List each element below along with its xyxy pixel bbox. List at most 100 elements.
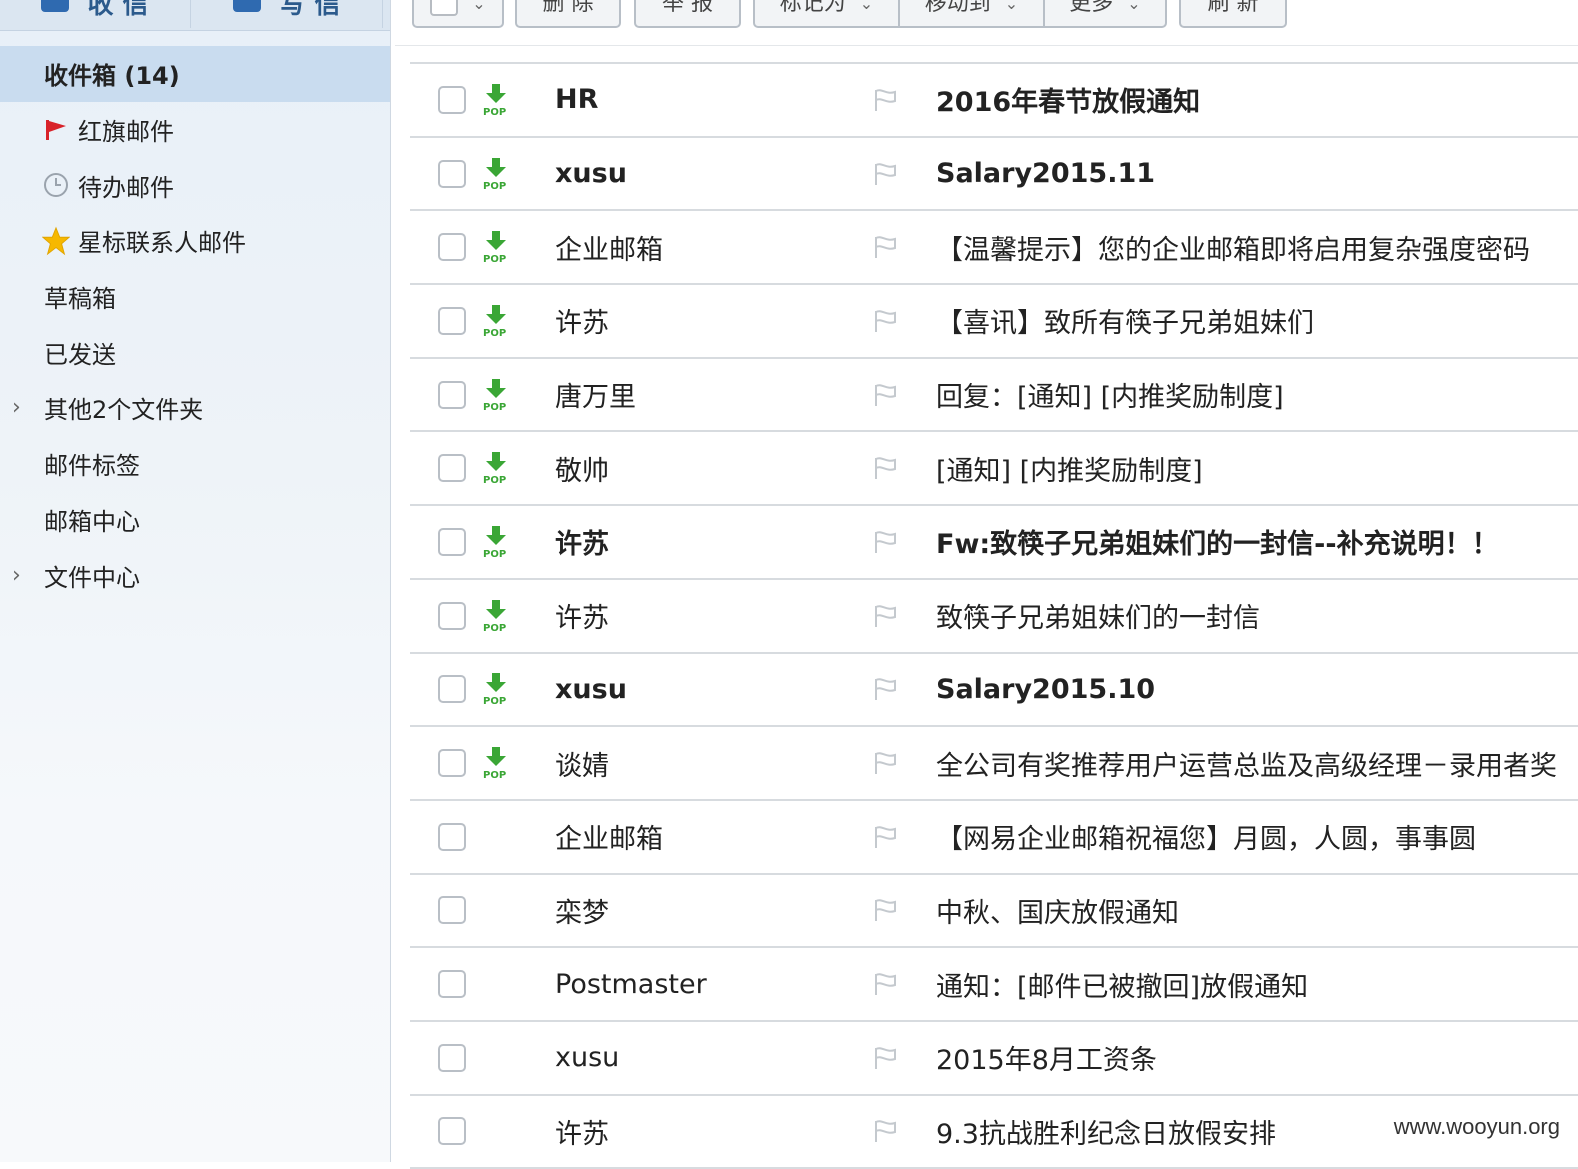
folder-label: 文件中心	[44, 563, 140, 592]
flag-icon[interactable]	[873, 1119, 899, 1143]
mail-sender: 许苏	[555, 1118, 609, 1150]
watermark: www.wooyun.org	[1393, 1114, 1560, 1139]
delete-button[interactable]: 删 除	[515, 0, 621, 28]
mail-subject[interactable]: Salary2015.10	[936, 654, 1578, 726]
mail-subject[interactable]: 致筷子兄弟姐妹们的一封信	[936, 580, 1578, 652]
compose-button[interactable]: 写 信	[192, 0, 383, 28]
mail-checkbox[interactable]	[438, 1117, 466, 1146]
pop-download-icon: POP	[482, 525, 512, 560]
svg-text:POP: POP	[483, 107, 506, 116]
more-label: 更多	[1069, 0, 1114, 16]
mail-sender: 唐万里	[555, 382, 636, 414]
mail-checkbox[interactable]	[438, 970, 466, 999]
mail-subject[interactable]: Fw:致筷子兄弟姐妹们的一封信--补充说明！！	[936, 506, 1578, 578]
delete-label: 删 除	[542, 0, 594, 16]
svg-text:POP: POP	[483, 475, 506, 484]
receive-button[interactable]: 收 信	[0, 0, 191, 28]
select-all-checkbox[interactable]	[430, 0, 459, 16]
refresh-button[interactable]: 刷 新	[1179, 0, 1287, 28]
mail-checkbox[interactable]	[438, 527, 466, 556]
folder-label: 星标联系人邮件	[78, 229, 246, 258]
mail-checkbox[interactable]	[438, 454, 466, 483]
mail-subject[interactable]: 2016年春节放假通知	[936, 64, 1578, 136]
folder-starred-contacts[interactable]: 星标联系人邮件	[0, 213, 390, 269]
mail-checkbox[interactable]	[438, 159, 466, 188]
mail-subject[interactable]: 【温馨提示】您的企业邮箱即将启用复杂强度密码	[936, 211, 1578, 283]
flag-icon[interactable]	[873, 383, 899, 407]
folder-red-flag[interactable]: 红旗邮件	[0, 102, 390, 158]
flag-icon[interactable]	[873, 309, 899, 333]
mail-row[interactable]: POP 企业邮箱 【温馨提示】您的企业邮箱即将启用复杂强度密码	[410, 211, 1578, 286]
mail-checkbox[interactable]	[438, 749, 466, 778]
mail-row[interactable]: POP HR 2016年春节放假通知	[410, 64, 1578, 138]
flag-icon[interactable]	[873, 751, 899, 775]
mail-checkbox[interactable]	[438, 896, 466, 925]
mail-subject[interactable]: 【网易企业邮箱祝福您】月圆，人圆，事事圆	[936, 801, 1578, 873]
mail-row[interactable]: POP 许苏 致筷子兄弟姐妹们的一封信	[410, 580, 1578, 654]
move-to-dropdown[interactable]: 移动到 ⌄	[900, 0, 1045, 26]
mail-checkbox[interactable]	[438, 380, 466, 409]
mail-row[interactable]: POP 敬帅 [通知] [内推奖励制度]	[410, 432, 1578, 507]
flag-icon[interactable]	[873, 604, 899, 628]
chevron-right-icon[interactable]: ›	[12, 395, 21, 420]
pop-download-icon: POP	[482, 231, 512, 265]
folder-todo[interactable]: 待办邮件	[0, 157, 390, 213]
mail-subject[interactable]: 【喜讯】致所有筷子兄弟姐妹们	[936, 285, 1578, 357]
mail-row[interactable]: xusu 2015年8月工资条	[410, 1022, 1578, 1096]
mail-checkbox[interactable]	[438, 822, 466, 851]
mail-sender: 许苏	[555, 529, 609, 561]
flag-icon[interactable]	[873, 972, 899, 996]
mail-sender: 许苏	[555, 308, 609, 340]
chevron-down-icon: ⌄	[859, 0, 874, 13]
mail-row[interactable]: POP xusu Salary2015.10	[410, 654, 1578, 728]
mail-checkbox[interactable]	[438, 85, 466, 114]
mail-row[interactable]: POP 许苏 【喜讯】致所有筷子兄弟姐妹们	[410, 285, 1578, 359]
flag-icon[interactable]	[873, 162, 899, 186]
mark-as-dropdown[interactable]: 标记为 ⌄	[755, 0, 900, 26]
mail-row[interactable]: POP xusu Salary2015.11	[410, 138, 1578, 212]
mail-subject[interactable]: [通知] [内推奖励制度]	[936, 432, 1578, 504]
toolbar: ⌄ 删 除 举 报 标记为 ⌄ 移动到 ⌄ 更多 ⌄ 刷 新	[410, 0, 1578, 32]
mail-checkbox[interactable]	[438, 601, 466, 630]
folder-mail-center[interactable]: 邮箱中心	[0, 492, 390, 548]
folder-inbox[interactable]: 收件箱 (14)	[0, 46, 390, 102]
folder-drafts[interactable]: 草稿箱	[0, 269, 390, 325]
mail-row[interactable]: Postmaster 通知：[邮件已被撤回]放假通知	[410, 948, 1578, 1022]
flag-icon[interactable]	[873, 1046, 899, 1070]
folder-label: 草稿箱	[44, 285, 116, 314]
flag-icon[interactable]	[873, 825, 899, 849]
flag-icon[interactable]	[873, 898, 899, 922]
mail-subject[interactable]: 2015年8月工资条	[936, 1022, 1578, 1094]
mail-subject[interactable]: Salary2015.11	[936, 138, 1578, 210]
mail-checkbox[interactable]	[438, 233, 466, 262]
mail-checkbox[interactable]	[438, 1043, 466, 1072]
mail-row[interactable]: 企业邮箱 【网易企业邮箱祝福您】月圆，人圆，事事圆	[410, 801, 1578, 875]
report-button[interactable]: 举 报	[634, 0, 741, 28]
folder-file-center[interactable]: › 文件中心	[0, 547, 390, 603]
mail-subject[interactable]: 回复：[通知] [内推奖励制度]	[936, 359, 1578, 431]
select-all-dropdown[interactable]: ⌄	[412, 0, 504, 28]
action-button-group: 标记为 ⌄ 移动到 ⌄ 更多 ⌄	[753, 0, 1167, 28]
mail-subject[interactable]: 中秋、国庆放假通知	[936, 875, 1578, 947]
mail-checkbox[interactable]	[438, 675, 466, 704]
more-dropdown[interactable]: 更多 ⌄	[1045, 0, 1165, 26]
folder-tags[interactable]: 邮件标签	[0, 436, 390, 492]
mail-row[interactable]: POP 唐万里 回复：[通知] [内推奖励制度]	[410, 359, 1578, 433]
mail-checkbox[interactable]	[438, 306, 466, 335]
mark-as-label: 标记为	[779, 0, 846, 16]
mail-subject[interactable]: 通知：[邮件已被撤回]放假通知	[936, 948, 1578, 1020]
folder-other[interactable]: › 其他2个文件夹	[0, 380, 390, 436]
mail-sender: 敬帅	[555, 455, 609, 487]
chevron-right-icon[interactable]: ›	[12, 563, 21, 588]
flag-icon[interactable]	[873, 235, 899, 259]
flag-icon[interactable]	[873, 456, 899, 480]
mail-subject[interactable]: 全公司有奖推荐用户运营总监及高级经理－录用者奖	[936, 727, 1578, 799]
mail-row[interactable]: 栾梦 中秋、国庆放假通知	[410, 875, 1578, 949]
mail-row[interactable]: POP 谈婧 全公司有奖推荐用户运营总监及高级经理－录用者奖	[410, 727, 1578, 801]
folder-sent[interactable]: 已发送	[0, 324, 390, 380]
flag-icon[interactable]	[873, 677, 899, 701]
mail-row[interactable]: POP 许苏 Fw:致筷子兄弟姐妹们的一封信--补充说明！！	[410, 506, 1578, 580]
flag-icon[interactable]	[873, 530, 899, 554]
flag-icon[interactable]	[873, 88, 899, 112]
svg-text:POP: POP	[483, 696, 506, 705]
